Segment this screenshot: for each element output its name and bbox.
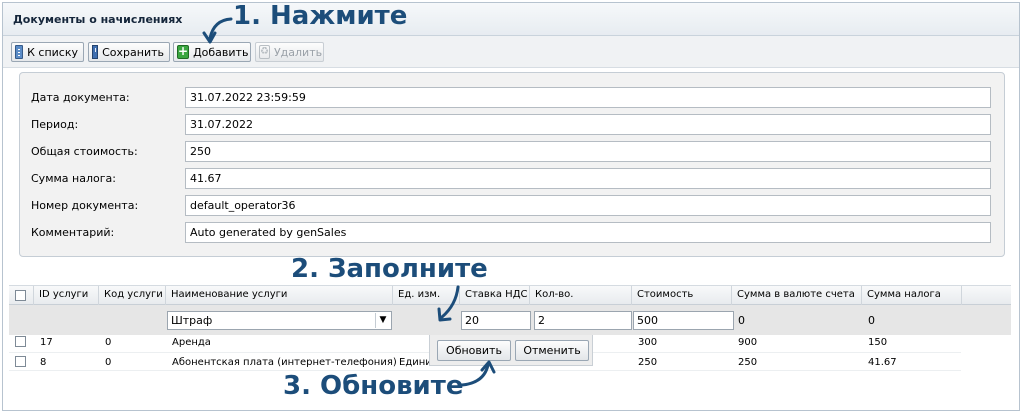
row-code: 0 xyxy=(105,357,112,368)
recycle-icon: ♻ xyxy=(259,45,270,59)
comment-field[interactable]: Auto generated by genSales xyxy=(185,222,991,243)
tax-sum-field[interactable]: 41.67 xyxy=(185,168,991,189)
col-id[interactable]: ID услуги xyxy=(34,286,99,305)
form-row-tax: Сумма налога: 41.67 xyxy=(20,168,1004,190)
row-id: 17 xyxy=(40,337,53,348)
add-label: Добавить xyxy=(193,45,249,59)
col-code[interactable]: Код услуги xyxy=(99,286,166,305)
col-name[interactable]: Наименование услуги xyxy=(166,286,393,305)
window-titlebar: Документы о начислениях xyxy=(3,3,1019,36)
row-sum: 250 xyxy=(738,357,758,368)
col-tax[interactable]: Сумма налога xyxy=(862,286,962,305)
update-button[interactable]: Обновить xyxy=(437,340,511,361)
date-label: Дата документа: xyxy=(31,91,130,104)
list-icon xyxy=(15,45,24,59)
form-row-number: Номер документа: default_operator36 xyxy=(20,195,1004,217)
tax-value: 0 xyxy=(868,314,875,327)
back-to-list-button[interactable]: К списку xyxy=(11,42,84,62)
row-name: Аренда xyxy=(172,337,211,348)
period-field[interactable]: 31.07.2022 xyxy=(185,114,991,135)
total-cost-field[interactable]: 250 xyxy=(185,141,991,162)
row-checkbox[interactable] xyxy=(15,336,26,347)
window-title: Документы о начислениях xyxy=(13,13,183,26)
grid-header: ID услуги Код услуги Наименование услуги… xyxy=(9,285,1011,305)
annotation-step-1: 1. Нажмите xyxy=(233,1,408,31)
save-label: Сохранить xyxy=(102,45,164,59)
save-button[interactable]: Сохранить xyxy=(88,42,170,62)
select-all-checkbox[interactable] xyxy=(15,290,26,301)
row-code: 0 xyxy=(105,337,112,348)
add-button[interactable]: + Добавить xyxy=(173,42,251,62)
floppy-disk-icon xyxy=(92,45,99,59)
select-all-cell xyxy=(9,286,34,305)
row-cost: 300 xyxy=(638,337,658,348)
comment-label: Комментарий: xyxy=(31,226,115,239)
sum-currency-value: 0 xyxy=(738,314,745,327)
delete-button[interactable]: ♻ Удалить xyxy=(255,42,324,62)
form-row-total: Общая стоимость: 250 xyxy=(20,141,1004,163)
row-sum: 900 xyxy=(738,337,758,348)
cost-input[interactable]: 500 xyxy=(633,311,734,330)
date-field[interactable]: 31.07.2022 23:59:59 xyxy=(185,87,991,108)
document-form: Дата документа: 31.07.2022 23:59:59 Пери… xyxy=(19,72,1005,257)
annotation-step-2: 2. Заполните xyxy=(291,254,488,284)
form-row-comment: Комментарий: Auto generated by genSales xyxy=(20,222,1004,244)
col-cost[interactable]: Стоимость xyxy=(632,286,732,305)
delete-label: Удалить xyxy=(273,45,323,59)
arrow-step-3-icon xyxy=(460,360,496,387)
tax-sum-label: Сумма налога: xyxy=(31,172,116,185)
arrow-step-1-icon xyxy=(202,17,233,44)
col-vat[interactable]: Ставка НДС xyxy=(460,286,530,305)
row-id: 8 xyxy=(40,357,47,368)
doc-number-field[interactable]: default_operator36 xyxy=(185,195,991,216)
total-cost-label: Общая стоимость: xyxy=(31,145,138,158)
toolbar: К списку Сохранить + Добавить ♻ Удалить xyxy=(3,36,1019,68)
row-tax: 150 xyxy=(868,337,888,348)
grid-edit-row: Штраф ▼ 20 2 500 0 0 xyxy=(9,305,1011,335)
plus-icon: + xyxy=(177,44,190,59)
qty-input[interactable]: 2 xyxy=(534,311,632,330)
service-select-value: Штраф xyxy=(171,314,213,327)
arrow-step-2-icon xyxy=(437,285,460,322)
row-tax: 41.67 xyxy=(868,357,897,368)
form-row-date: Дата документа: 31.07.2022 23:59:59 xyxy=(20,87,1004,109)
doc-number-label: Номер документа: xyxy=(31,199,139,212)
period-label: Период: xyxy=(31,118,79,131)
service-select[interactable]: Штраф ▼ xyxy=(167,311,392,330)
col-qty[interactable]: Кол-во. xyxy=(530,286,632,305)
vat-input[interactable]: 20 xyxy=(461,311,531,330)
form-row-period: Период: 31.07.2022 xyxy=(20,114,1004,136)
row-cost: 250 xyxy=(638,357,658,368)
row-name: Абонентская плата (интернет-телефония) xyxy=(172,357,397,368)
cancel-button[interactable]: Отменить xyxy=(515,340,589,361)
row-unit: Едини xyxy=(399,357,432,368)
annotation-step-3: 3. Обновите xyxy=(283,371,464,401)
chevron-down-icon[interactable]: ▼ xyxy=(375,313,390,328)
back-to-list-label: К списку xyxy=(27,45,78,59)
row-checkbox[interactable] xyxy=(15,356,26,367)
row-editor-buttons: Обновить Отменить xyxy=(429,335,593,366)
col-sum-currency[interactable]: Сумма в валюте счета xyxy=(732,286,862,305)
